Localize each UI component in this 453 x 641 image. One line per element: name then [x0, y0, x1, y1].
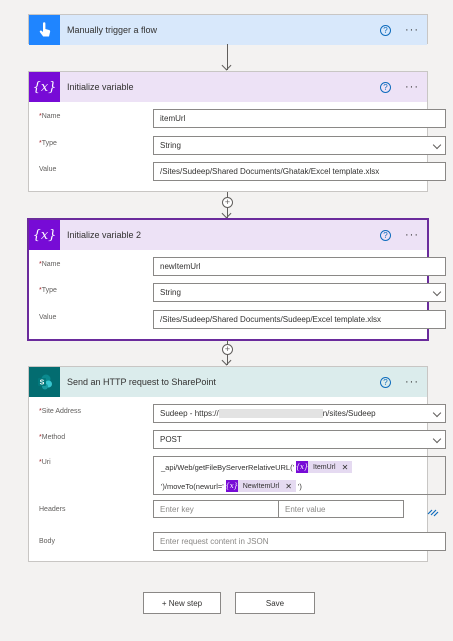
sharepoint-http-title: Send an HTTP request to SharePoint: [67, 377, 216, 387]
type-dropdown[interactable]: String: [153, 283, 446, 302]
uri-text: '): [297, 481, 302, 491]
uri-text: _api/Web/getFileByServerRelativeURL(': [161, 462, 295, 472]
body-label: Body: [39, 538, 55, 545]
trigger-card[interactable]: Manually trigger a flow ? ···: [28, 14, 428, 45]
close-icon[interactable]: ✕: [342, 463, 353, 472]
initialize-variable-2-card[interactable]: {x} Initialize variable 2 ? ··· *Name ne…: [28, 219, 446, 340]
sharepoint-http-card[interactable]: S Send an HTTP request to SharePoint ? ·…: [28, 366, 446, 562]
method-value: POST: [160, 435, 182, 444]
insert-step-plus-icon[interactable]: +: [222, 197, 233, 208]
uri-text: ')/moveTo(newurl=': [161, 481, 224, 491]
sharepoint-icon: S: [29, 367, 60, 397]
value-field[interactable]: /Sites/Sudeep/Shared Documents/Sudeep/Ex…: [153, 310, 446, 329]
touch-hand-icon: [29, 15, 60, 45]
close-icon[interactable]: ✕: [285, 482, 296, 491]
type-value: String: [160, 141, 181, 150]
name-field[interactable]: newItemUrl: [153, 257, 446, 276]
site-address-label: *Site Address: [39, 408, 82, 415]
type-label: *Type: [39, 140, 57, 147]
chevron-down-icon: [432, 140, 442, 150]
uri-line-2: ')/moveTo(newurl=' {x} NewItemUrl ✕ '): [161, 480, 302, 492]
header-value-input[interactable]: Enter value: [278, 500, 404, 518]
site-address-suffix: n/sites/Sudeep: [322, 409, 376, 418]
uri-label: *Uri: [39, 459, 51, 466]
token-label: ItemUrl: [313, 463, 336, 471]
trigger-title: Manually trigger a flow: [67, 25, 158, 35]
variable-braces-icon: {x}: [29, 220, 60, 250]
method-label: *Method: [39, 434, 66, 441]
initialize-variable-header[interactable]: {x} Initialize variable ? ···: [29, 72, 427, 102]
svg-text:S: S: [39, 380, 44, 387]
token-label: NewItemUrl: [242, 482, 280, 490]
help-icon[interactable]: ?: [380, 229, 391, 241]
chevron-down-icon: [432, 408, 442, 418]
type-label: *Type: [39, 287, 57, 294]
type-dropdown[interactable]: String: [153, 136, 446, 155]
variable-braces-icon: {x}: [295, 461, 309, 473]
method-dropdown[interactable]: POST: [153, 430, 446, 449]
site-address-dropdown[interactable]: Sudeep - https:// n/sites/Sudeep: [153, 404, 446, 423]
help-icon[interactable]: ?: [380, 24, 391, 36]
variable-braces-icon: {x}: [225, 480, 239, 492]
headers-label: Headers: [39, 506, 66, 513]
initialize-variable-card[interactable]: {x} Initialize variable ? ··· *Name item…: [28, 71, 446, 192]
chevron-down-icon: [432, 434, 442, 444]
trigger-header[interactable]: Manually trigger a flow ? ···: [29, 15, 427, 45]
more-options-icon[interactable]: ···: [405, 24, 419, 36]
more-options-icon[interactable]: ···: [405, 376, 419, 388]
uri-line-1: _api/Web/getFileByServerRelativeURL(' {x…: [161, 461, 354, 473]
help-icon[interactable]: ?: [380, 81, 391, 93]
type-value: String: [160, 288, 181, 297]
header-key-input[interactable]: Enter key: [153, 500, 279, 518]
initialize-variable-title: Initialize variable: [67, 82, 134, 92]
initialize-variable-2-title: Initialize variable 2: [67, 230, 142, 240]
sharepoint-http-header[interactable]: S Send an HTTP request to SharePoint ? ·…: [29, 367, 427, 397]
save-button[interactable]: Save: [235, 592, 315, 614]
site-address-prefix: Sudeep - https://: [160, 409, 219, 418]
help-icon[interactable]: ?: [380, 376, 391, 388]
name-field[interactable]: itemUrl: [153, 109, 446, 128]
more-options-icon[interactable]: ···: [405, 229, 419, 241]
name-label: *Name: [39, 261, 61, 268]
redacted-text: [218, 409, 323, 418]
arrow-down-icon: [221, 60, 232, 71]
new-item-url-token[interactable]: {x} NewItemUrl ✕: [225, 480, 296, 492]
arrow-down-icon: [221, 208, 232, 219]
item-url-token[interactable]: {x} ItemUrl ✕: [295, 461, 353, 473]
switch-to-text-mode-icon[interactable]: [427, 504, 439, 522]
new-step-button[interactable]: + New step: [143, 592, 221, 614]
initialize-variable-2-header[interactable]: {x} Initialize variable 2 ? ···: [29, 220, 427, 250]
value-field[interactable]: /Sites/Sudeep/Shared Documents/Ghatak/Ex…: [153, 162, 446, 181]
chevron-down-icon: [432, 287, 442, 297]
insert-step-plus-icon[interactable]: +: [222, 344, 233, 355]
arrow-down-icon: [221, 355, 232, 366]
body-input[interactable]: Enter request content in JSON: [153, 532, 446, 551]
more-options-icon[interactable]: ···: [405, 81, 419, 93]
variable-braces-icon: {x}: [29, 72, 60, 102]
value-label: Value: [39, 166, 57, 173]
value-label: Value: [39, 314, 57, 321]
name-label: *Name: [39, 113, 61, 120]
uri-field[interactable]: _api/Web/getFileByServerRelativeURL(' {x…: [153, 456, 446, 495]
